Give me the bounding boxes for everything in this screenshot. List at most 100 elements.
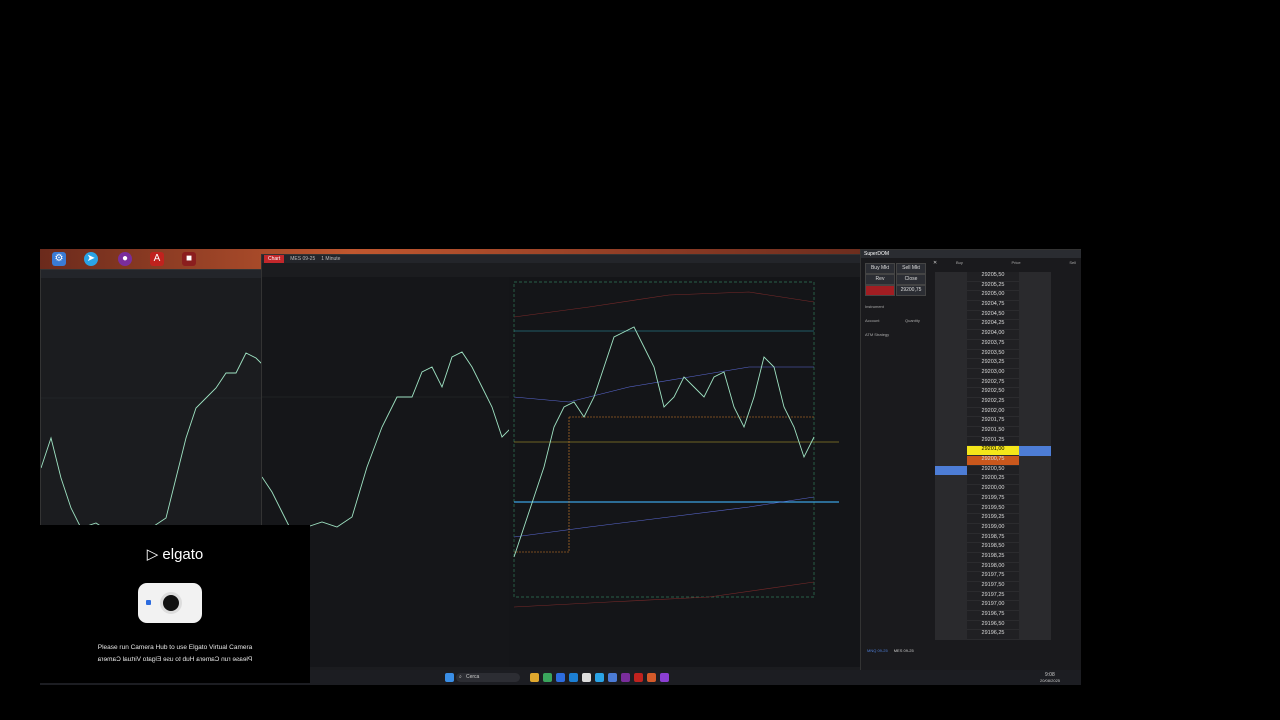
sell-cell[interactable] [1019, 378, 1051, 389]
sell-cell[interactable] [1019, 368, 1051, 379]
sell-cell[interactable] [1019, 620, 1051, 631]
ladder-row[interactable]: 29197,00 [935, 601, 1060, 612]
price-cell[interactable]: 29200,75 [967, 456, 1019, 466]
buy-cell[interactable] [935, 601, 967, 612]
ladder-row[interactable]: 29205,50 [935, 272, 1060, 282]
app-icon[interactable] [582, 673, 591, 682]
timeframe-selector[interactable]: 1 Minute [321, 256, 340, 262]
price-cell[interactable]: 29196,75 [967, 611, 1019, 621]
price-cell[interactable]: 29204,00 [967, 330, 1019, 340]
close-icon[interactable]: ✕ [933, 260, 937, 266]
buy-cell[interactable] [935, 485, 967, 495]
sell-cell[interactable] [1019, 349, 1051, 360]
price-cell[interactable]: 29201,75 [967, 417, 1019, 427]
buy-cell[interactable] [935, 417, 967, 427]
price-cell[interactable]: 29202,50 [967, 388, 1019, 398]
price-cell[interactable]: 29197,25 [967, 591, 1019, 602]
buy-cell[interactable] [935, 436, 967, 447]
price-cell[interactable]: 29197,50 [967, 582, 1019, 592]
buy-cell[interactable] [935, 291, 967, 302]
close-button[interactable]: Close [896, 274, 926, 285]
sell-cell[interactable] [1019, 407, 1051, 418]
buy-cell[interactable] [935, 407, 967, 418]
price-cell[interactable]: 29202,75 [967, 378, 1019, 389]
ladder-row[interactable]: 29198,50 [935, 543, 1060, 553]
buy-cell[interactable] [935, 388, 967, 398]
price-cell[interactable]: 29203,75 [967, 339, 1019, 350]
file-explorer-icon[interactable] [530, 673, 539, 682]
buy-cell[interactable] [935, 310, 967, 321]
buy-cell[interactable] [935, 572, 967, 582]
ladder-row[interactable]: 29202,00 [935, 407, 1060, 418]
buy-cell[interactable] [935, 359, 967, 369]
sell-cell[interactable] [1019, 475, 1051, 486]
ladder-row[interactable]: 29203,75 [935, 339, 1060, 350]
buy-cell[interactable] [935, 397, 967, 408]
ladder-row[interactable]: 29196,25 [935, 630, 1060, 641]
price-cell[interactable]: 29197,00 [967, 601, 1019, 612]
price-cell[interactable]: 29205,00 [967, 291, 1019, 302]
price-cell[interactable]: 29201,50 [967, 427, 1019, 437]
sell-cell[interactable] [1019, 514, 1051, 524]
instrument-selector[interactable]: MES 09-25 [290, 256, 315, 262]
price-cell[interactable]: 29199,50 [967, 504, 1019, 515]
ladder-row[interactable]: 29203,00 [935, 368, 1060, 379]
sell-cell[interactable] [1019, 591, 1051, 602]
price-cell[interactable]: 29201,00 [967, 446, 1019, 457]
price-cell[interactable]: 29203,50 [967, 349, 1019, 360]
ladder-row[interactable]: 29197,25 [935, 591, 1060, 602]
tab-chart[interactable]: Chart [264, 255, 285, 263]
ladder-row[interactable]: 29197,75 [935, 572, 1060, 582]
app-icon-3[interactable] [621, 673, 630, 682]
sell-cell[interactable] [1019, 523, 1051, 534]
app-icon-6[interactable] [660, 673, 669, 682]
buy-cell[interactable] [935, 368, 967, 379]
price-cell[interactable]: 29203,25 [967, 359, 1019, 369]
price-cell[interactable]: 29205,25 [967, 281, 1019, 292]
desktop-app-icon[interactable]: ⚙ [52, 252, 66, 266]
ladder-row[interactable]: 29205,25 [935, 281, 1060, 292]
ladder-row[interactable]: 29203,25 [935, 359, 1060, 369]
buy-cell[interactable] [935, 475, 967, 486]
sell-cell[interactable] [1019, 543, 1051, 553]
buy-cell[interactable] [935, 320, 967, 331]
ladder-row[interactable]: 29201,00 [935, 446, 1060, 457]
sell-cell[interactable] [1019, 562, 1051, 573]
sell-cell[interactable] [1019, 504, 1051, 515]
buy-mkt-button[interactable]: Buy Mkt [865, 263, 895, 274]
sell-cell[interactable] [1019, 281, 1051, 292]
sell-cell[interactable] [1019, 388, 1051, 398]
desktop-app-icon-3[interactable]: ■ [182, 252, 196, 266]
ladder-row[interactable]: 29198,00 [935, 562, 1060, 573]
price-cell[interactable]: 29203,00 [967, 368, 1019, 379]
price-cell[interactable]: 29200,50 [967, 465, 1019, 476]
price-cell[interactable]: 29197,75 [967, 572, 1019, 582]
ladder-row[interactable]: 29204,00 [935, 330, 1060, 340]
sell-cell[interactable] [1019, 601, 1051, 612]
price-cell[interactable]: 29200,00 [967, 485, 1019, 495]
price-cell[interactable]: 29199,00 [967, 523, 1019, 534]
buy-cell[interactable] [935, 514, 967, 524]
buy-cell[interactable] [935, 339, 967, 350]
buy-cell[interactable] [935, 504, 967, 515]
ladder-row[interactable]: 29200,00 [935, 485, 1060, 495]
sell-cell[interactable] [1019, 456, 1051, 466]
buy-cell[interactable] [935, 552, 967, 563]
sell-cell[interactable] [1019, 417, 1051, 427]
ladder-row[interactable]: 29199,00 [935, 523, 1060, 534]
buy-cell[interactable] [935, 620, 967, 631]
ladder-row[interactable]: 29201,75 [935, 417, 1060, 427]
buy-cell[interactable] [935, 611, 967, 621]
telegram-icon[interactable]: ➤ [84, 252, 98, 266]
taskbar-search[interactable]: ⌕ Cerca [456, 673, 520, 682]
buy-cell[interactable] [935, 543, 967, 553]
price-cell[interactable]: 29198,00 [967, 562, 1019, 573]
sell-cell[interactable] [1019, 310, 1051, 321]
price-cell[interactable]: 29204,25 [967, 320, 1019, 331]
buy-cell[interactable] [935, 523, 967, 534]
buy-cell[interactable] [935, 582, 967, 592]
buy-cell[interactable] [935, 427, 967, 437]
ladder-row[interactable]: 29204,75 [935, 301, 1060, 311]
windows-start-icon[interactable] [445, 673, 454, 682]
buy-cell[interactable] [935, 456, 967, 466]
